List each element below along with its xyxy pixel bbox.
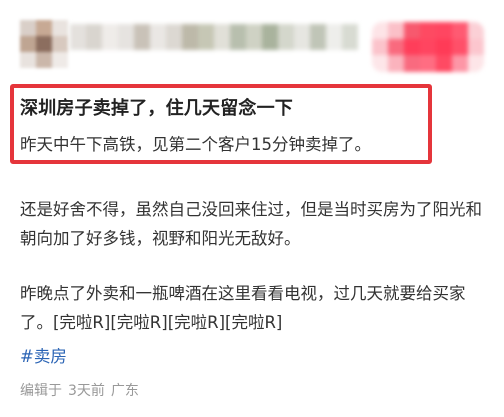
follow-button-redacted[interactable] <box>372 22 484 72</box>
mosaic-tile <box>86 24 102 50</box>
mosaic-tile <box>214 24 230 50</box>
post-time: 3天前 <box>68 383 105 399</box>
post-subtitle: 昨天中午下高铁，见第二个客户15分钟卖掉了。 <box>20 135 371 154</box>
emoji-text: [完啦R] <box>225 313 283 332</box>
mosaic-tile <box>52 52 68 68</box>
mosaic-tile <box>52 20 68 36</box>
mosaic-tile <box>436 22 452 39</box>
post-paragraph: 昨晚点了外卖和一瓶啤酒在这里看看电视，过几天就要给买家了。[完啦R][完啦R][… <box>20 279 490 337</box>
mosaic-tile <box>372 55 388 72</box>
mosaic-tile <box>134 24 150 50</box>
mosaic-tile <box>246 24 262 50</box>
mosaic-tile <box>342 24 358 50</box>
mosaic-tile <box>20 36 36 52</box>
mosaic-tile <box>310 24 326 50</box>
mosaic-tile <box>388 55 404 72</box>
mosaic-tile <box>452 22 468 39</box>
mosaic-tile <box>452 55 468 72</box>
mosaic-tile <box>404 55 420 72</box>
mosaic-tile <box>52 36 68 52</box>
mosaic-tile <box>436 38 452 56</box>
mosaic-tile <box>420 55 436 72</box>
mosaic-tile <box>468 38 484 56</box>
mosaic-tile <box>20 52 36 68</box>
post-header <box>0 0 504 72</box>
emoji-text: [完啦R] <box>53 313 111 332</box>
mosaic-tile <box>388 22 404 39</box>
post-title: 深圳房子卖掉了，住几天留念一下 <box>20 98 293 119</box>
mosaic-tile <box>372 38 388 56</box>
mosaic-tile <box>70 24 86 50</box>
emoji-text: [完啦R] <box>167 313 226 332</box>
mosaic-tile <box>230 24 246 50</box>
mosaic-tile <box>36 52 52 68</box>
mosaic-tile <box>436 55 452 72</box>
mosaic-tile <box>388 38 404 56</box>
avatar[interactable] <box>20 20 68 68</box>
post-meta: 编辑于 3天前 广东 <box>20 380 139 400</box>
mosaic-tile <box>262 24 278 50</box>
mosaic-tile <box>36 20 52 36</box>
mosaic-tile <box>20 20 36 36</box>
mosaic-tile <box>182 24 198 50</box>
mosaic-tile <box>372 22 388 39</box>
edited-label: 编辑于 <box>20 383 62 399</box>
mosaic-tile <box>326 24 342 50</box>
mosaic-tile <box>118 24 134 50</box>
hashtag-link[interactable]: #卖房 <box>20 343 67 367</box>
mosaic-tile <box>198 24 214 50</box>
emoji-text: [完啦R] <box>110 313 168 332</box>
post-location: 广东 <box>110 383 139 399</box>
mosaic-tile <box>102 24 118 50</box>
mosaic-tile <box>150 24 166 50</box>
mosaic-tile <box>36 36 52 52</box>
mosaic-tile <box>420 22 436 39</box>
mosaic-tile <box>452 38 468 56</box>
mosaic-tile <box>294 24 310 50</box>
mosaic-tile <box>404 38 420 56</box>
mosaic-tile <box>166 24 182 50</box>
mosaic-tile <box>404 22 420 39</box>
mosaic-tile <box>278 24 294 50</box>
mosaic-tile <box>468 22 484 39</box>
author-name-redacted[interactable] <box>70 24 358 50</box>
mosaic-tile <box>420 38 436 56</box>
mosaic-tile <box>468 55 484 72</box>
post-paragraph: 还是好舍不得，虽然自己没回来住过，但是当时买房为了阳光和朝向加了好多钱，视野和阳… <box>20 200 482 248</box>
